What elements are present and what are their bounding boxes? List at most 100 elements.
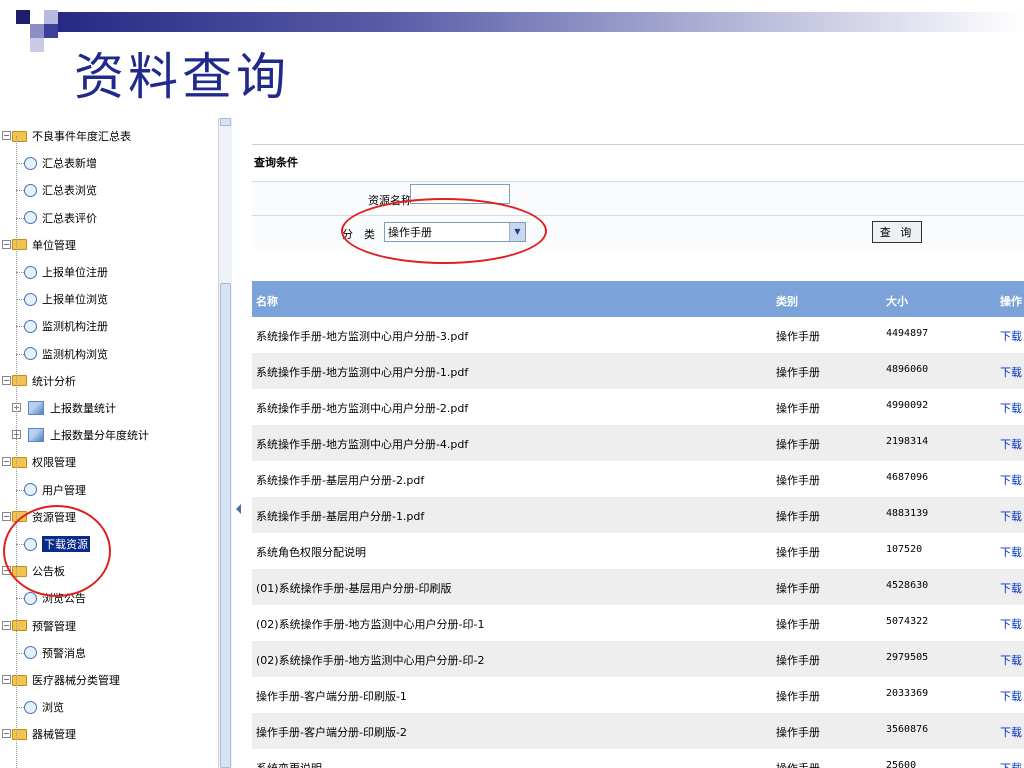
document-icon [24,347,37,361]
tree-node[interactable]: 预警消息 [24,642,86,664]
cell-size: 4528630 [886,580,929,591]
download-link[interactable]: 下载 [1000,472,1022,488]
tree-node-label: 上报单位注册 [42,266,108,279]
tree-node[interactable]: 浏览 [24,696,64,718]
download-link[interactable]: 下载 [1000,544,1022,560]
table-row: 系统操作手册-地方监测中心用户分册-2.pdf 操作手册 4990092 下载 [252,389,1024,425]
table-row: (01)系统操作手册-基层用户分册-印刷版 操作手册 4528630 下载 [252,569,1024,605]
cell-type: 操作手册 [776,582,820,595]
scrollbar-thumb[interactable] [220,283,231,768]
collapse-toggle-icon[interactable]: − [2,239,11,249]
collapse-toggle-icon[interactable]: − [2,511,11,521]
column-header-type[interactable]: 类别 [776,293,798,309]
collapse-toggle-icon[interactable]: − [2,620,11,630]
tree-node[interactable]: 下载资源 [24,533,90,555]
collapse-panel-icon[interactable] [236,504,241,514]
document-icon [24,156,37,170]
tree-node-label: 上报数量统计 [50,402,116,415]
tree-scrollbar[interactable] [218,118,232,768]
column-header-size[interactable]: 大小 [886,293,908,309]
download-link[interactable]: 下载 [1000,580,1022,596]
tree-node-label: 下载资源 [42,536,90,552]
cell-type: 操作手册 [776,726,820,739]
tree-node[interactable]: + 上报数量分年度统计 [12,424,149,446]
tree-node-label: 器械管理 [32,728,76,742]
category-select[interactable]: 操作手册 ▼ [384,222,526,242]
tree-node[interactable]: − 权限管理 [2,451,76,473]
download-link[interactable]: 下载 [1000,436,1022,452]
tree-connector [16,326,24,328]
resource-name-input[interactable] [410,184,510,204]
column-header-name[interactable]: 名称 [256,293,278,309]
cell-type: 操作手册 [776,654,820,667]
table-row: (02)系统操作手册-地方监测中心用户分册-印-2 操作手册 2979505 下载 [252,641,1024,677]
column-header-action[interactable]: 操作 [1000,293,1022,309]
search-button[interactable]: 查 询 [872,221,922,243]
header-gradient-bar [58,12,1024,32]
download-link[interactable]: 下载 [1000,724,1022,740]
tree-node[interactable]: 监测机构注册 [24,315,108,337]
collapse-toggle-icon[interactable]: − [2,729,11,739]
cell-name: 操作手册-客户端分册-印刷版-2 [256,726,407,739]
tree-node[interactable]: − 单位管理 [2,234,76,256]
table-row: 系统操作手册-基层用户分册-1.pdf 操作手册 4883139 下载 [252,497,1024,533]
collapse-toggle-icon[interactable]: − [2,131,11,140]
download-link[interactable]: 下载 [1000,328,1022,344]
collapse-toggle-icon[interactable]: − [2,566,11,576]
document-icon [24,700,37,714]
collapse-toggle-icon[interactable]: − [2,457,11,467]
decor-square [44,24,58,38]
cell-name: 系统角色权限分配说明 [256,546,366,559]
document-icon [24,183,37,197]
tree-node[interactable]: − 预警管理 [2,615,76,637]
download-link[interactable]: 下载 [1000,400,1022,416]
tree-node-label: 上报数量分年度统计 [50,429,149,443]
cell-size: 4896060 [886,364,929,375]
tree-node[interactable]: − 不良事件年度汇总表 [2,125,131,147]
tree-node[interactable]: 监测机构浏览 [24,343,108,365]
tree-node[interactable]: − 资源管理 [2,506,76,528]
tree-node[interactable]: − 公告板 [2,560,65,582]
cell-name: 系统操作手册-地方监测中心用户分册-3.pdf [256,330,469,343]
tree-node[interactable]: 汇总表浏览 [24,179,97,201]
download-link[interactable]: 下载 [1000,688,1022,704]
tree-node-label: 医疗器械分类管理 [32,674,120,687]
tree-node[interactable]: 上报单位浏览 [24,288,108,310]
tree-connector [16,272,24,273]
category-label: 分 类 [342,228,375,241]
tree-node[interactable]: − 医疗器械分类管理 [2,669,120,691]
table-row: 系统变更说明 操作手册 25600 下载 [252,749,1024,768]
tree-node[interactable]: 汇总表新增 [24,152,97,174]
tree-node-label: 公告板 [32,565,65,579]
cell-type: 操作手册 [776,760,820,768]
tree-node-label: 上报单位浏览 [42,293,108,307]
table-row: 操作手册-客户端分册-印刷版-1 操作手册 2033369 下载 [252,677,1024,713]
scroll-up-icon[interactable] [220,118,231,126]
download-link[interactable]: 下载 [1000,508,1022,524]
tree-node[interactable]: 用户管理 [24,479,86,501]
download-link[interactable]: 下载 [1000,760,1022,768]
tree-connector [16,353,24,355]
cell-type: 操作手册 [776,546,820,559]
navigation-tree: − 不良事件年度汇总表汇总表新增汇总表浏览汇总表评价 − 单位管理上报单位注册 上报单位… [0,118,218,768]
tree-node[interactable]: 上报单位注册 [24,261,108,283]
document-icon [24,319,37,333]
main-content: 查询条件 资源名称 分 类 操作手册 ▼ 查 询 名称 类别 大小 操作 系统操… [246,118,1024,768]
tree-node[interactable]: + 上报数量统计 [12,397,116,419]
tree-node[interactable]: 浏览公告 [24,587,86,609]
cell-size: 107520 [886,544,923,555]
chevron-down-icon[interactable]: ▼ [509,223,525,241]
download-link[interactable]: 下载 [1000,616,1022,632]
collapse-toggle-icon[interactable]: − [2,375,11,385]
cell-size: 2979505 [886,652,929,663]
tree-connector [16,544,24,545]
cell-name: 系统操作手册-地方监测中心用户分册-4.pdf [256,438,469,451]
tree-connector [16,163,24,165]
collapse-toggle-icon[interactable]: − [2,675,11,684]
download-link[interactable]: 下载 [1000,364,1022,380]
tree-node[interactable]: − 器械管理 [2,723,76,745]
table-row: 系统角色权限分配说明 操作手册 107520 下载 [252,533,1024,569]
tree-node[interactable]: − 统计分析 [2,370,76,392]
download-link[interactable]: 下载 [1000,652,1022,668]
tree-node[interactable]: 汇总表评价 [24,207,97,229]
